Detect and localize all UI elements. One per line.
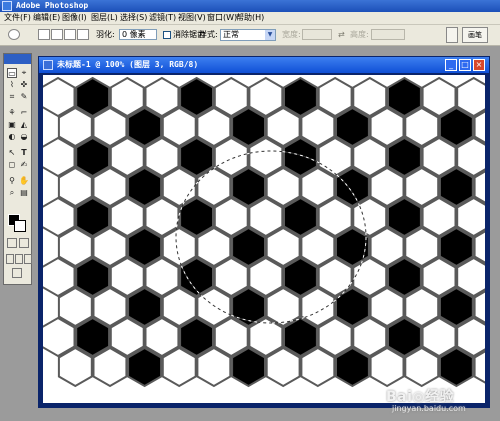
hand-tool-icon[interactable]: ⌕	[7, 188, 17, 198]
menu-view[interactable]: 视图(V)	[178, 12, 206, 24]
document-window: 未标题-1 @ 100% (图层 3, RGB/8) _ □ ×	[38, 56, 500, 408]
options-bar: 羽化: 0 像素 消除锯齿 样式: 正常 ▼ 宽度: ⇄ 高度: 画笔	[0, 25, 500, 46]
photoshop-app-icon	[2, 1, 12, 11]
healing-tool-icon[interactable]: ⚘	[7, 108, 17, 118]
menu-edit[interactable]: 编辑(E)	[33, 12, 60, 24]
style-label: 样式:	[199, 30, 218, 39]
height-input[interactable]	[371, 29, 405, 40]
eyedropper-tool-icon[interactable]: ✋	[19, 176, 29, 186]
elliptical-marquee-icon[interactable]	[8, 29, 20, 40]
hexagon-white	[92, 346, 128, 388]
brushes-palette-tab[interactable]: 画笔	[462, 27, 488, 43]
height-label: 高度:	[350, 30, 369, 39]
document-icon	[43, 60, 53, 70]
swap-icon[interactable]: ⇄	[338, 25, 345, 45]
magic-wand-tool-icon[interactable]: ✜	[19, 80, 29, 90]
eraser-tool-icon[interactable]: ◐	[7, 132, 17, 142]
width-input[interactable]	[302, 29, 332, 40]
notes-tool-icon[interactable]: ⚲	[7, 176, 17, 186]
quick-mask-icon[interactable]	[19, 238, 29, 248]
palette-well-icon[interactable]	[446, 27, 458, 43]
zoom-tool-icon[interactable]: ▤	[19, 188, 29, 198]
crop-tool-icon[interactable]: ⌗	[7, 92, 17, 102]
background-color-swatch[interactable]	[14, 220, 26, 232]
hexagon-white	[57, 346, 93, 388]
shape-tool-icon[interactable]: ✍	[19, 160, 29, 170]
antialias-checkbox[interactable]	[163, 31, 171, 39]
subtract-selection-icon[interactable]	[64, 29, 76, 40]
hexagon-pattern	[40, 76, 500, 388]
feather-label: 羽化:	[96, 30, 115, 39]
standard-mode-icon[interactable]	[7, 238, 17, 248]
hexagon-black	[335, 346, 370, 388]
stamp-tool-icon[interactable]: ▣	[7, 120, 17, 130]
menu-file[interactable]: 文件(F)	[4, 12, 31, 24]
hexagon-white	[404, 346, 440, 388]
hexagon-black	[438, 346, 474, 388]
gradient-tool-icon[interactable]: ◒	[19, 132, 29, 142]
pen-tool-icon[interactable]: ◻	[7, 160, 17, 170]
style-dropdown[interactable]: 正常 ▼	[220, 29, 276, 41]
watermark-brand: Bai◎经验	[386, 389, 455, 405]
screen-mode-standard-icon[interactable]	[6, 254, 14, 264]
menu-layer[interactable]: 图层(L)	[91, 12, 118, 24]
slice-tool-icon[interactable]: ✎	[19, 92, 29, 102]
image-canvas[interactable]	[40, 75, 500, 403]
screen-mode-full-icon[interactable]	[24, 254, 32, 264]
baidu-jingyan-watermark: Bai◎经验 jingyan.baidu.com	[380, 386, 490, 416]
hexagon-white	[196, 346, 232, 388]
lasso-tool-icon[interactable]: ⌇	[7, 80, 17, 90]
add-selection-icon[interactable]	[51, 29, 63, 40]
intersect-selection-icon[interactable]	[77, 29, 89, 40]
hexagon-white	[369, 346, 405, 388]
width-label: 宽度:	[282, 30, 301, 39]
jump-to-imageready-icon[interactable]	[12, 268, 22, 278]
watermark-url: jingyan.baidu.com	[392, 404, 466, 413]
maximize-button[interactable]: □	[459, 59, 471, 71]
document-titlebar[interactable]: 未标题-1 @ 100% (图层 3, RGB/8) _ □ ×	[39, 57, 489, 73]
menu-window[interactable]: 窗口(W)	[207, 12, 237, 24]
hexagon-black	[231, 346, 266, 388]
hexagon-black	[127, 346, 163, 388]
type-tool-icon[interactable]: T	[19, 148, 29, 158]
toolbox-header[interactable]	[4, 54, 31, 64]
menu-image[interactable]: 图像(I)	[62, 12, 87, 24]
app-title: Adobe Photoshop	[16, 1, 89, 10]
history-brush-tool-icon[interactable]: ◭	[19, 120, 29, 130]
minimize-button[interactable]: _	[445, 59, 457, 71]
toolbox: ▭ ⌖ ⌇ ✜ ⌗ ✎ ⚘ ⌐ ▣ ◭ ◐ ◒ T ↖ ◻ ✍ ⚲ ✋ ⌕ ▤	[3, 53, 32, 285]
style-value: 正常	[223, 30, 239, 39]
chevron-down-icon: ▼	[265, 30, 275, 40]
brush-tool-icon[interactable]: ⌐	[19, 108, 29, 118]
close-button[interactable]: ×	[473, 59, 485, 71]
document-title: 未标题-1 @ 100% (图层 3, RGB/8)	[57, 60, 199, 69]
hexagon-white	[300, 346, 336, 388]
marquee-tool-icon[interactable]: ▭	[7, 68, 17, 78]
menu-bar: 文件(F) 编辑(E) 图像(I) 图层(L) 选择(S) 滤镜(T) 视图(V…	[0, 12, 500, 25]
move-tool-icon[interactable]: ⌖	[19, 68, 29, 78]
screen-mode-full-menu-icon[interactable]	[15, 254, 23, 264]
path-selection-tool-icon[interactable]: ↖	[7, 148, 17, 158]
hexagon-white	[161, 346, 197, 388]
menu-select[interactable]: 选择(S)	[120, 12, 147, 24]
menu-help[interactable]: 帮助(H)	[236, 12, 264, 24]
app-titlebar: Adobe Photoshop	[0, 0, 500, 12]
feather-input[interactable]: 0 像素	[119, 29, 157, 40]
hexagon-white	[265, 346, 301, 388]
new-selection-icon[interactable]	[38, 29, 50, 40]
menu-filter[interactable]: 滤镜(T)	[149, 12, 176, 24]
